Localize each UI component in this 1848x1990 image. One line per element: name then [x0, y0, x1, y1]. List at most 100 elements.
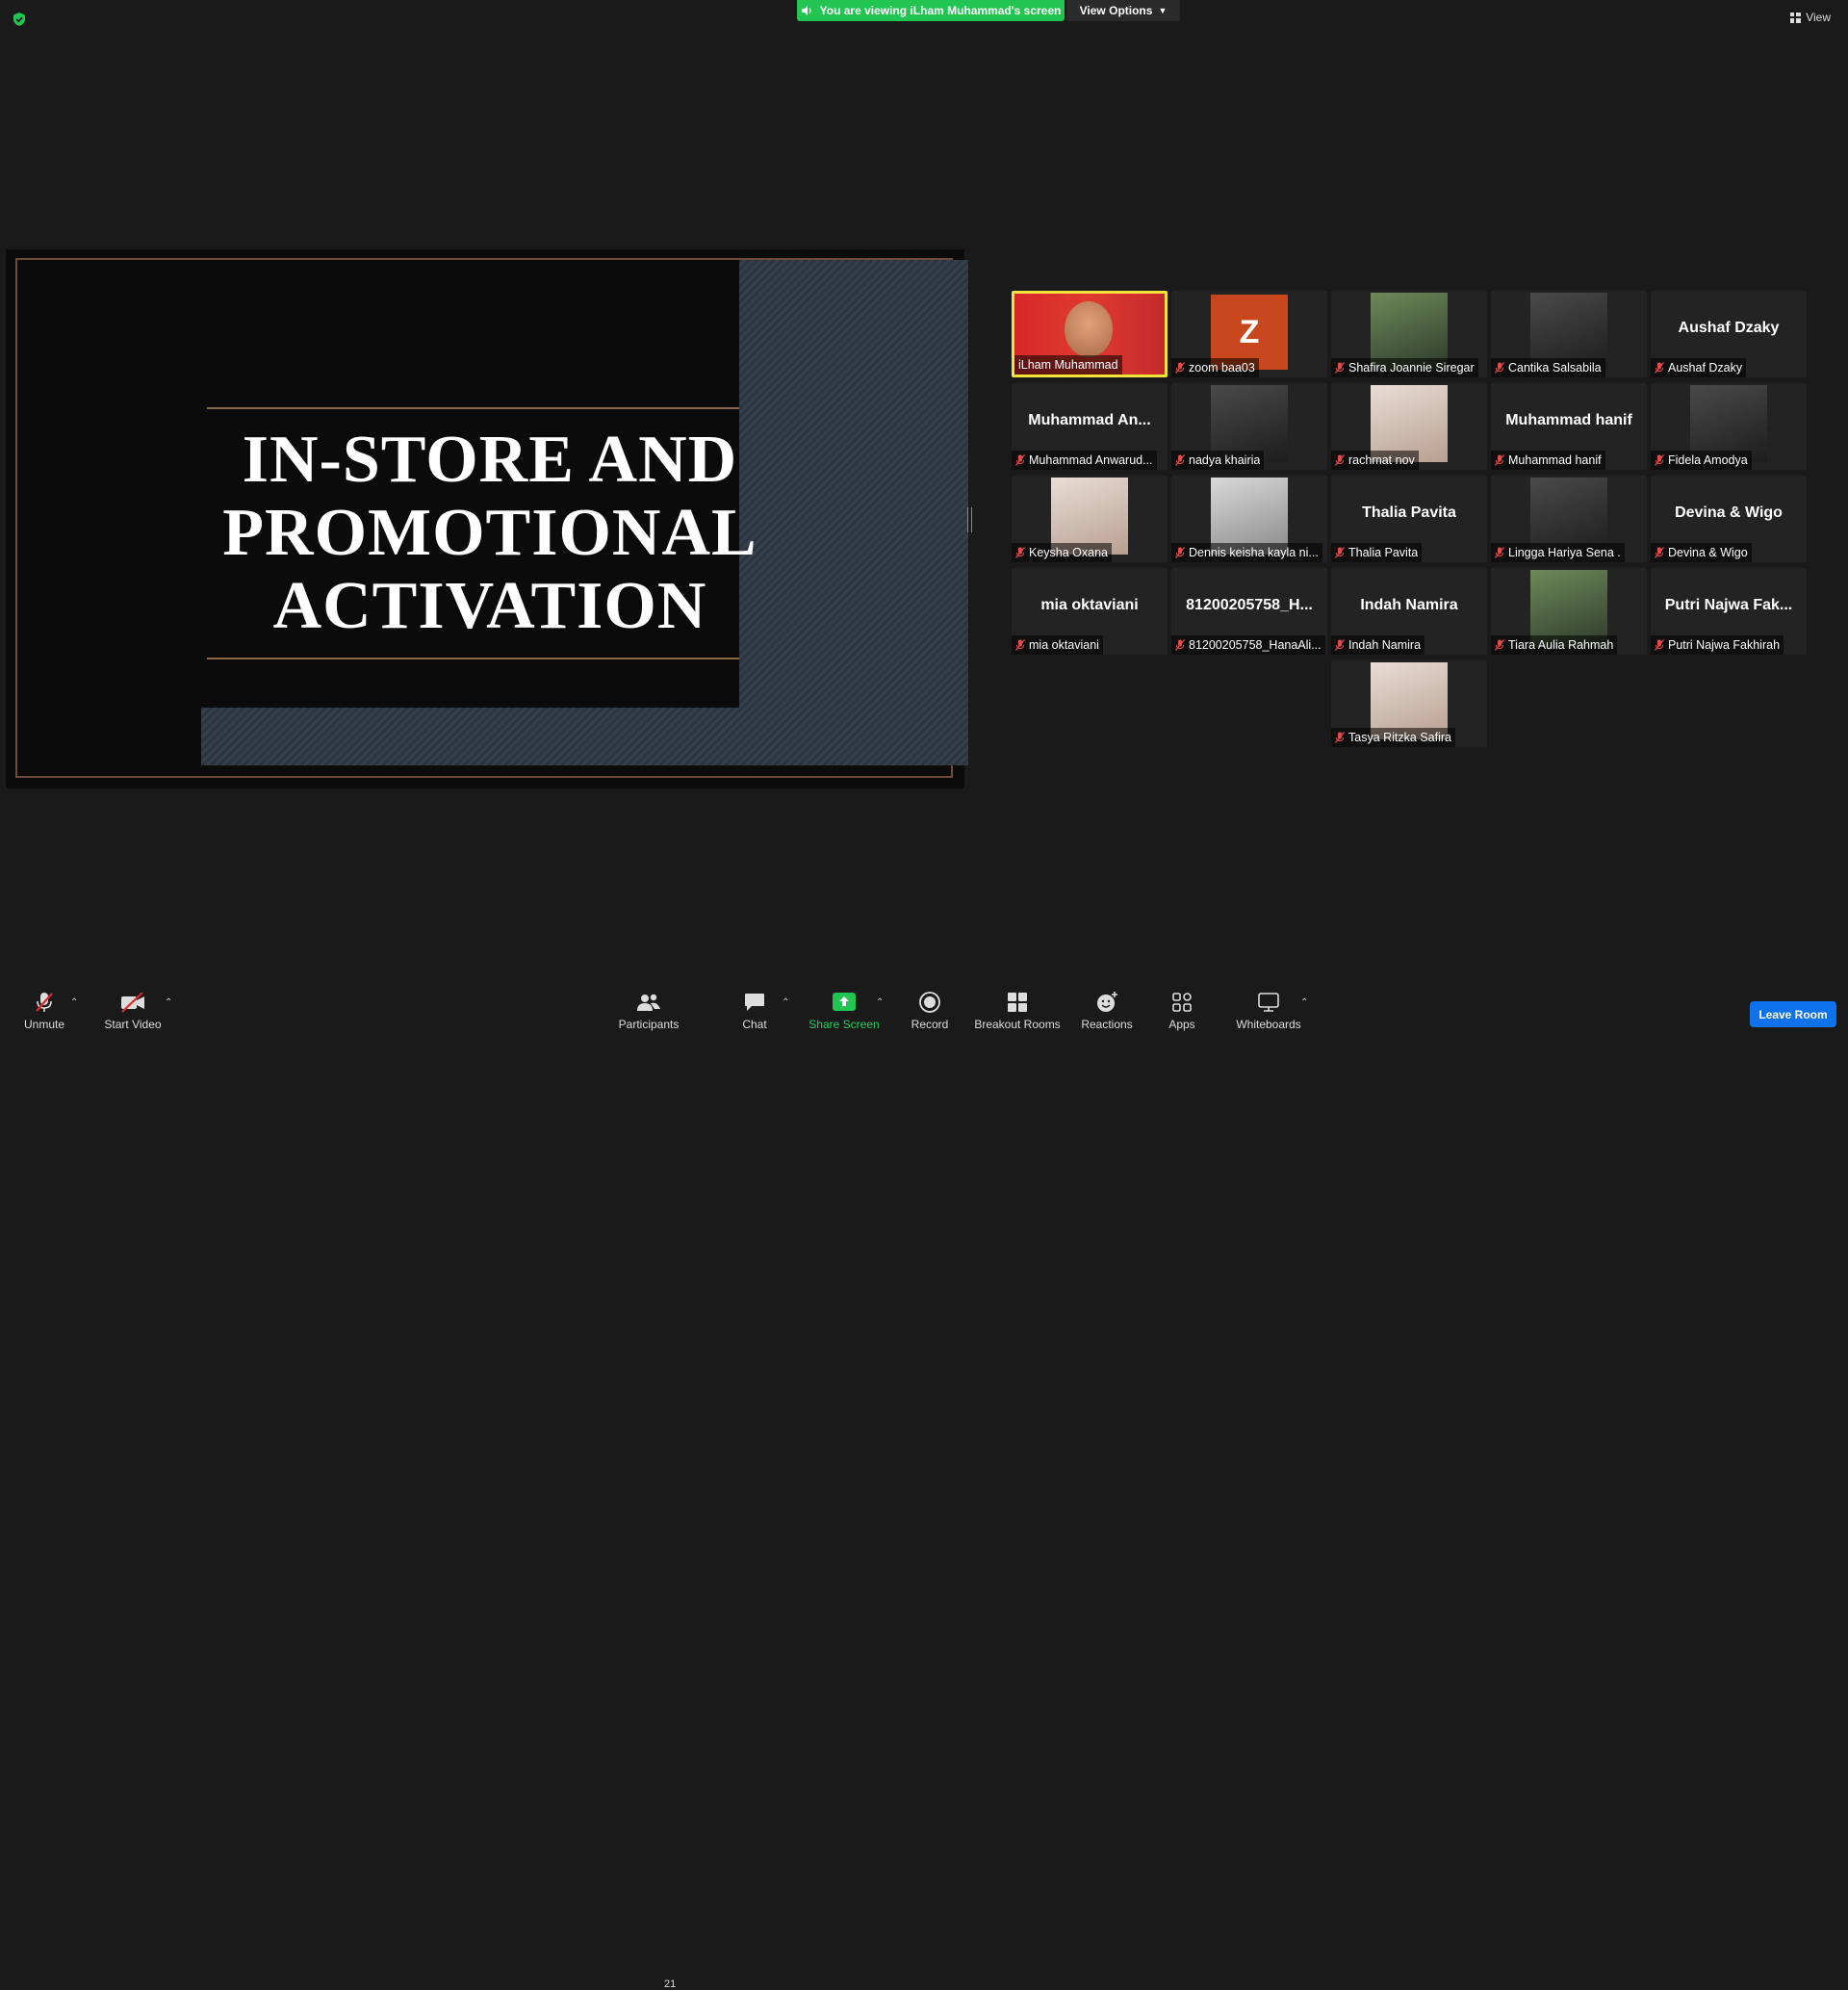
participant-name-tag: nadya khairia [1171, 451, 1265, 470]
grid-view-icon [1790, 12, 1802, 23]
mic-muted-icon [1655, 362, 1664, 374]
participant-display-name: 81200205758_H... [1186, 597, 1313, 613]
participant-name-tag: zoom baa03 [1171, 358, 1259, 377]
participant-name: Keysha Oxana [1029, 546, 1108, 559]
participant-name: Aushaf Dzaky [1668, 361, 1743, 375]
participant-tile[interactable]: Lingga Hariya Sena . [1491, 476, 1647, 562]
reactions-icon [1097, 992, 1117, 1012]
whiteboard-icon [1258, 993, 1279, 1012]
view-options-label: View Options [1079, 4, 1153, 17]
participant-name-tag: Aushaf Dzaky [1651, 358, 1747, 377]
participant-name-tag: Thalia Pavita [1331, 543, 1423, 562]
reactions-button[interactable]: Reactions [1080, 982, 1134, 1040]
participant-display-name: Muhammad An... [1028, 412, 1151, 428]
view-button[interactable]: View [1790, 11, 1831, 24]
mic-muted-icon [1335, 547, 1345, 558]
participant-name: Shafira Joannie Siregar [1348, 361, 1475, 375]
participant-name: 81200205758_HanaAli... [1189, 638, 1322, 652]
participant-tile[interactable]: Dennis keisha kayla ni... [1171, 476, 1327, 562]
breakout-rooms-button[interactable]: Breakout Rooms [974, 982, 1061, 1040]
whiteboard-options-chevron-icon[interactable]: ⌃ [1300, 997, 1308, 1008]
shared-screen[interactable]: IN-STORE AND PROMOTIONAL ACTIVATION [6, 249, 968, 788]
mic-muted-icon [1495, 547, 1504, 558]
participants-button[interactable]: Participants [616, 982, 681, 1040]
participant-display-name: Devina & Wigo [1675, 504, 1783, 521]
viewing-screen-banner: You are viewing iLham Muhammad's screen [797, 0, 1065, 21]
participant-name-tag: Cantika Salsabila [1491, 358, 1605, 377]
record-label: Record [911, 1018, 949, 1031]
whiteboards-button[interactable]: Whiteboards [1234, 982, 1303, 1040]
participant-tile[interactable]: Tiara Aulia Rahmah [1491, 568, 1647, 655]
participant-tile[interactable]: mia oktaviani mia oktaviani [1012, 568, 1168, 655]
participant-name: Putri Najwa Fakhirah [1668, 638, 1781, 652]
participant-tile[interactable]: Devina & Wigo Devina & Wigo [1651, 476, 1807, 562]
participant-tile[interactable]: Thalia Pavita Thalia Pavita [1331, 476, 1487, 562]
participant-display-name: Aushaf Dzaky [1678, 320, 1780, 336]
security-shield-icon[interactable] [12, 12, 27, 27]
participant-display-name: mia oktaviani [1040, 597, 1139, 613]
chat-label: Chat [742, 1018, 767, 1031]
mic-muted-icon [1495, 362, 1504, 374]
participant-tile[interactable]: Putri Najwa Fak... Putri Najwa Fakhirah [1651, 568, 1807, 655]
participant-display-name: Thalia Pavita [1362, 504, 1456, 521]
participant-name: rachmat nov [1348, 453, 1415, 467]
mic-muted-icon [1175, 639, 1185, 651]
apps-button[interactable]: Apps [1165, 982, 1199, 1040]
chat-options-chevron-icon[interactable]: ⌃ [782, 997, 789, 1008]
participant-tile[interactable]: Cantika Salsabila [1491, 291, 1647, 377]
share-options-chevron-icon[interactable]: ⌃ [876, 997, 884, 1008]
participant-name-tag: Tiara Aulia Rahmah [1491, 635, 1618, 655]
participant-name: Tasya Ritzka Safira [1348, 731, 1451, 744]
participant-name-tag: Tasya Ritzka Safira [1331, 728, 1455, 747]
mic-muted-icon [1335, 732, 1345, 743]
participant-name-tag: Devina & Wigo [1651, 543, 1752, 562]
share-screen-button[interactable]: Share Screen [808, 982, 880, 1040]
participant-name-tag: Shafira Joannie Siregar [1331, 358, 1478, 377]
mic-muted-icon [1335, 639, 1345, 651]
participant-display-name: Indah Namira [1360, 597, 1458, 613]
participant-tile[interactable]: 81200205758_H... 81200205758_HanaAli... [1171, 568, 1327, 655]
mic-muted-icon [1655, 639, 1664, 651]
participant-tile[interactable]: Shafira Joannie Siregar [1331, 291, 1487, 377]
participant-tile[interactable]: Keysha Oxana [1012, 476, 1168, 562]
leave-room-button[interactable]: Leave Room [1750, 1001, 1836, 1027]
mic-muted-icon [1015, 547, 1025, 558]
participant-tile[interactable]: nadya khairia [1171, 383, 1327, 470]
audio-options-chevron-icon[interactable]: ⌃ [70, 997, 78, 1008]
share-screen-icon [833, 993, 856, 1011]
participant-tile[interactable]: rachmat nov [1331, 383, 1487, 470]
participant-tile[interactable]: Muhammad hanif Muhammad hanif [1491, 383, 1647, 470]
participant-tile[interactable]: Indah Namira Indah Namira [1331, 568, 1487, 655]
participant-name-tag: Muhammad Anwarud... [1012, 451, 1157, 470]
participant-tile[interactable]: Tasya Ritzka Safira [1331, 660, 1487, 747]
participant-tile[interactable]: Aushaf Dzaky Aushaf Dzaky [1651, 291, 1807, 377]
participant-name: iLham Muhammad [1018, 358, 1118, 372]
participant-name-tag: 81200205758_HanaAli... [1171, 635, 1325, 655]
participant-name-tag: iLham Muhammad [1014, 355, 1122, 375]
slide-title-line: ACTIVATION [272, 569, 707, 643]
chat-button[interactable]: Chat [737, 982, 772, 1040]
mic-muted-icon [1335, 362, 1345, 374]
resize-splitter-handle[interactable] [967, 507, 972, 532]
participant-name-tag: Lingga Hariya Sena . [1491, 543, 1625, 562]
video-off-icon [121, 992, 144, 1013]
breakout-rooms-label: Breakout Rooms [974, 1018, 1061, 1031]
view-options-button[interactable]: View Options ▼ [1066, 0, 1180, 21]
divider [207, 407, 739, 409]
participant-tile[interactable]: Muhammad An... Muhammad Anwarud... [1012, 383, 1168, 470]
unmute-button[interactable]: Unmute [19, 982, 69, 1040]
start-video-button[interactable]: Start Video [102, 982, 164, 1040]
participant-tile[interactable]: Fidela Amodya [1651, 383, 1807, 470]
participant-name: Cantika Salsabila [1508, 361, 1602, 375]
participant-name: Muhammad Anwarud... [1029, 453, 1153, 467]
divider [207, 658, 739, 659]
participant-name: mia oktaviani [1029, 638, 1099, 652]
slide-title-line: PROMOTIONAL [222, 496, 757, 570]
participants-icon [637, 994, 660, 1011]
video-options-chevron-icon[interactable]: ⌃ [165, 997, 172, 1008]
record-icon [919, 992, 940, 1013]
participant-name-tag: Keysha Oxana [1012, 543, 1112, 562]
participant-tile[interactable]: iLham Muhammad [1012, 291, 1168, 377]
participant-tile[interactable]: Zzoom baa03 [1171, 291, 1327, 377]
record-button[interactable]: Record [909, 982, 951, 1040]
